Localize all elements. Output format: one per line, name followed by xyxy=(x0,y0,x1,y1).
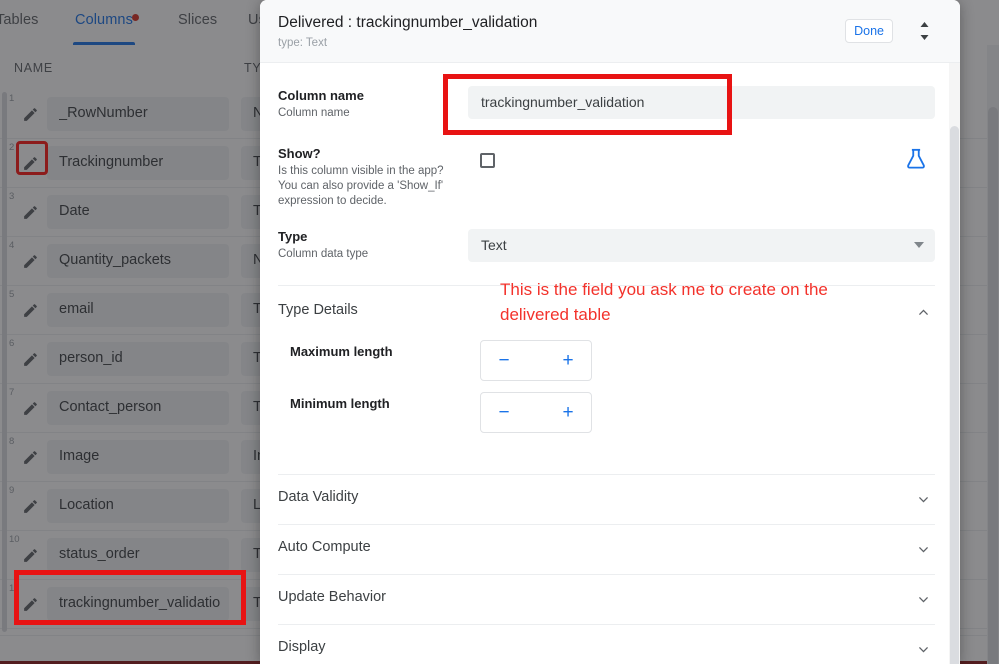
section-type-details-title: Type Details xyxy=(278,302,358,318)
section-update-behavior-title: Update Behavior xyxy=(278,589,387,605)
show-checkbox[interactable] xyxy=(480,153,495,168)
type-select-value: Text xyxy=(481,237,507,253)
section-display[interactable]: Display xyxy=(260,624,948,664)
dialog-subtitle: type: Text xyxy=(278,37,328,49)
section-auto-compute[interactable]: Auto Compute xyxy=(260,524,948,574)
minimum-length-increment[interactable]: + xyxy=(551,393,585,432)
flask-icon[interactable] xyxy=(905,148,927,170)
chevron-down-icon xyxy=(917,493,930,506)
done-button[interactable]: Done xyxy=(845,19,893,43)
dialog-scrollbar-thumb[interactable] xyxy=(950,126,959,664)
section-auto-compute-title: Auto Compute xyxy=(278,539,371,555)
maximum-length-increment[interactable]: + xyxy=(551,341,585,380)
chevron-down-icon xyxy=(917,543,930,556)
chevron-down-icon xyxy=(914,242,924,248)
column-name-input[interactable]: trackingnumber_validation xyxy=(468,86,935,119)
type-select[interactable]: Text xyxy=(468,229,935,262)
minimum-length-label: Minimum length xyxy=(290,396,390,411)
maximum-length-decrement[interactable]: − xyxy=(487,341,521,380)
column-name-input-value: trackingnumber_validation xyxy=(481,94,645,110)
show-label: Show? xyxy=(278,146,321,161)
expand-collapse-icon[interactable] xyxy=(912,17,936,45)
column-editor-dialog: Delivered : trackingnumber_validation ty… xyxy=(260,0,960,664)
dialog-title: Delivered : trackingnumber_validation xyxy=(278,14,538,31)
column-name-label: Column name xyxy=(278,88,364,103)
chevron-down-icon xyxy=(917,643,930,656)
dialog-body: Column name Column name trackingnumber_v… xyxy=(260,63,960,664)
column-name-help: Column name xyxy=(278,107,350,119)
screen: Tables Columns Slices Us NAME TYP E 1 _R… xyxy=(0,0,999,664)
dialog-header: Delivered : trackingnumber_validation ty… xyxy=(260,0,960,63)
minimum-length-decrement[interactable]: − xyxy=(487,393,521,432)
section-data-validity[interactable]: Data Validity xyxy=(260,474,948,524)
minimum-length-stepper[interactable]: − + xyxy=(480,392,592,433)
section-update-behavior[interactable]: Update Behavior xyxy=(260,574,948,624)
chevron-up-icon xyxy=(917,306,930,319)
divider xyxy=(278,285,935,286)
section-type-details[interactable]: Type Details xyxy=(260,287,948,337)
type-label: Type xyxy=(278,229,308,244)
section-display-title: Display xyxy=(278,639,326,655)
maximum-length-stepper[interactable]: − + xyxy=(480,340,592,381)
dialog-scrollbar-track[interactable] xyxy=(949,63,960,664)
show-help: Is this column visible in the app? You c… xyxy=(278,165,444,207)
maximum-length-label: Maximum length xyxy=(290,344,393,359)
section-data-validity-title: Data Validity xyxy=(278,489,359,505)
type-help: Column data type xyxy=(278,248,369,260)
chevron-down-icon xyxy=(917,593,930,606)
